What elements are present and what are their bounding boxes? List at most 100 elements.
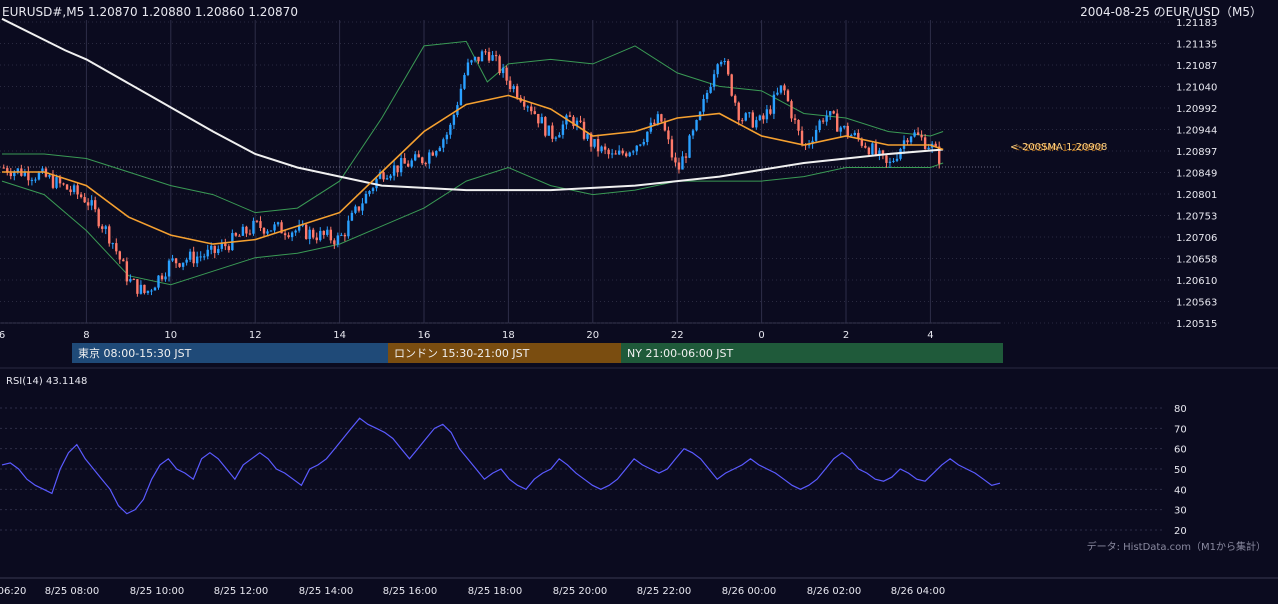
candle-body <box>108 226 111 244</box>
session-bar: 東京 08:00-15:30 JST ロンドン 15:30-21:00 JST NY… <box>0 343 1278 369</box>
candle-body <box>445 134 449 140</box>
candle-body <box>115 243 118 252</box>
candle-body <box>37 172 41 180</box>
candle-body <box>498 56 501 74</box>
candle-body <box>167 260 171 277</box>
candle-body <box>171 258 174 261</box>
candle-body <box>695 120 698 131</box>
candle-body <box>234 233 238 236</box>
candle-body <box>255 220 259 222</box>
sma200-line <box>1 17 944 192</box>
candle-body <box>558 134 561 138</box>
candle-body <box>442 139 445 148</box>
candle-body <box>846 125 849 136</box>
price-tick-label: 1.20515 <box>1176 319 1217 330</box>
candle-body <box>199 256 202 258</box>
candle-body <box>217 248 220 253</box>
candle-body <box>505 67 508 81</box>
candle-body <box>406 163 410 167</box>
candle-body <box>431 152 434 156</box>
time-tick-label: 8/25 14:00 <box>299 586 353 597</box>
candle-body <box>30 179 34 181</box>
candle-body <box>72 185 76 193</box>
candle-body <box>76 185 79 195</box>
hour-tick-label: 0 <box>758 330 764 341</box>
candle-body <box>470 60 473 63</box>
price-axis: 1.21183 1.21135 1.21087 1.21040 1.20992 1.209… <box>1176 18 1217 330</box>
candle-body <box>203 256 206 258</box>
candle-body <box>220 243 223 249</box>
candle-body <box>561 124 565 135</box>
candle-body <box>410 160 413 167</box>
hour-axis: 6 8 10 12 14 16 18 20 22 0 2 4 <box>0 330 934 341</box>
candle-body <box>206 249 209 257</box>
price-tick-label: 1.21135 <box>1176 40 1217 51</box>
candle-body <box>621 150 624 154</box>
sma200-label: <-200SMA 1.20908 <box>1010 142 1107 153</box>
candle-body <box>308 229 311 240</box>
candle-body <box>537 113 540 124</box>
rsi-label: RSI(14) 43.1148 <box>6 376 87 387</box>
candle-body <box>895 158 899 161</box>
candle-body <box>322 230 325 235</box>
candle-body <box>343 234 347 237</box>
candle-body <box>178 263 181 267</box>
rsi-line <box>1 417 1001 515</box>
candle-body <box>139 284 143 294</box>
candle-body <box>304 224 308 240</box>
candle-body <box>125 261 129 282</box>
hour-tick-label: 4 <box>927 330 933 341</box>
candle-body <box>642 142 645 145</box>
candle-body <box>709 86 712 93</box>
price-tick-label: 1.20610 <box>1176 276 1217 287</box>
candle-body <box>748 112 751 114</box>
session-label: 東京 08:00-15:30 JST <box>78 346 192 360</box>
candle-body <box>224 243 227 247</box>
candle-body <box>326 229 329 235</box>
candle-body <box>916 132 920 135</box>
session-label: NY 21:00-06:00 JST <box>627 347 734 360</box>
candle-body <box>273 224 276 231</box>
rsi-tick-label: 70 <box>1174 424 1187 435</box>
candle-body <box>737 102 740 121</box>
candle-body <box>596 139 600 152</box>
candle-body <box>765 109 769 120</box>
price-tick-label: 1.20849 <box>1176 169 1217 180</box>
candle-body <box>646 131 649 143</box>
candle-body <box>853 132 856 136</box>
candle-body <box>101 226 104 229</box>
candle-body <box>667 130 670 140</box>
candle-body <box>691 130 695 136</box>
candle-body <box>927 147 930 150</box>
candle-body <box>90 200 93 206</box>
candle-body <box>684 156 688 158</box>
candle-body <box>192 251 195 264</box>
price-tick-label: 1.21040 <box>1176 83 1217 94</box>
candle-body <box>515 86 519 98</box>
candle-body <box>494 55 498 57</box>
candle-body <box>734 95 737 103</box>
candle-body <box>723 60 726 63</box>
candle-body <box>385 178 389 180</box>
candle-body <box>371 188 375 192</box>
time-tick-label: 8/25 10:00 <box>130 586 184 597</box>
candle-body <box>712 74 716 87</box>
candle-body <box>333 240 336 245</box>
time-tick-label: 8/26 04:00 <box>891 586 945 597</box>
candle-body <box>389 175 392 179</box>
candle-body <box>533 111 536 114</box>
candle-body <box>818 120 821 131</box>
candle-body <box>726 60 730 75</box>
candle-body <box>670 139 674 158</box>
candle-body <box>600 146 603 152</box>
candle-body <box>424 163 427 165</box>
candle-body <box>836 113 839 132</box>
candle-body <box>828 111 832 116</box>
candle-body <box>473 56 477 61</box>
candle-body <box>491 55 494 61</box>
candle-body <box>744 113 747 121</box>
time-tick-label: 8/26 02:00 <box>807 586 861 597</box>
candle-body <box>610 153 614 155</box>
candle-body <box>568 115 572 117</box>
candle-body <box>188 251 192 260</box>
